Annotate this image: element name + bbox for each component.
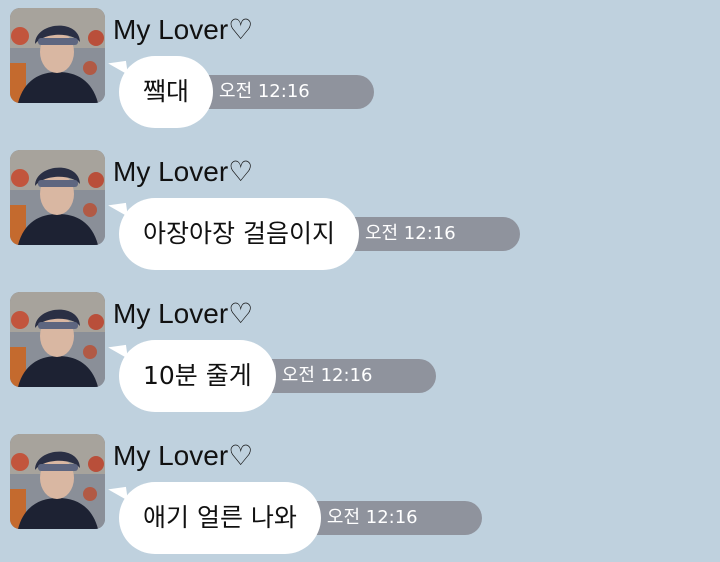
avatar[interactable]: [10, 8, 105, 103]
message-row: 쨐대 오전 12:16: [110, 56, 374, 128]
sender-name: My Lover♡: [113, 14, 254, 45]
avatar-photo-icon: [10, 292, 105, 387]
sender-name: My Lover♡: [113, 156, 254, 187]
message-bubble[interactable]: 쨐대: [119, 56, 214, 128]
chat-message: My Lover♡ 아장아장 걸음이지 오전 12:16: [0, 142, 720, 272]
avatar-photo-icon: [10, 434, 105, 529]
chat-message: My Lover♡ 10분 줄게 오전 12:16: [0, 284, 720, 414]
sender-name: My Lover♡: [113, 440, 254, 471]
avatar[interactable]: [10, 150, 105, 245]
chat-message: My Lover♡ 쨐대 오전 12:16: [0, 0, 720, 130]
message-row: 애기 얼른 나와 오전 12:16: [110, 482, 482, 554]
message-timestamp: 오전 12:16: [302, 501, 482, 535]
avatar[interactable]: [10, 292, 105, 387]
avatar-photo-icon: [10, 150, 105, 245]
avatar[interactable]: [10, 434, 105, 529]
message-bubble[interactable]: 아장아장 걸음이지: [119, 198, 359, 270]
sender-name: My Lover♡: [113, 298, 254, 329]
avatar-photo-icon: [10, 8, 105, 103]
message-row: 아장아장 걸음이지 오전 12:16: [110, 198, 520, 270]
message-bubble[interactable]: 10분 줄게: [119, 340, 276, 412]
message-timestamp: 오전 12:16: [195, 75, 374, 109]
message-row: 10분 줄게 오전 12:16: [110, 340, 437, 412]
message-timestamp: 오전 12:16: [340, 217, 520, 251]
message-timestamp: 오전 12:16: [257, 359, 437, 393]
chat-message: My Lover♡ 애기 얼른 나와 오전 12:16: [0, 426, 720, 556]
message-bubble[interactable]: 애기 얼른 나와: [119, 482, 321, 554]
